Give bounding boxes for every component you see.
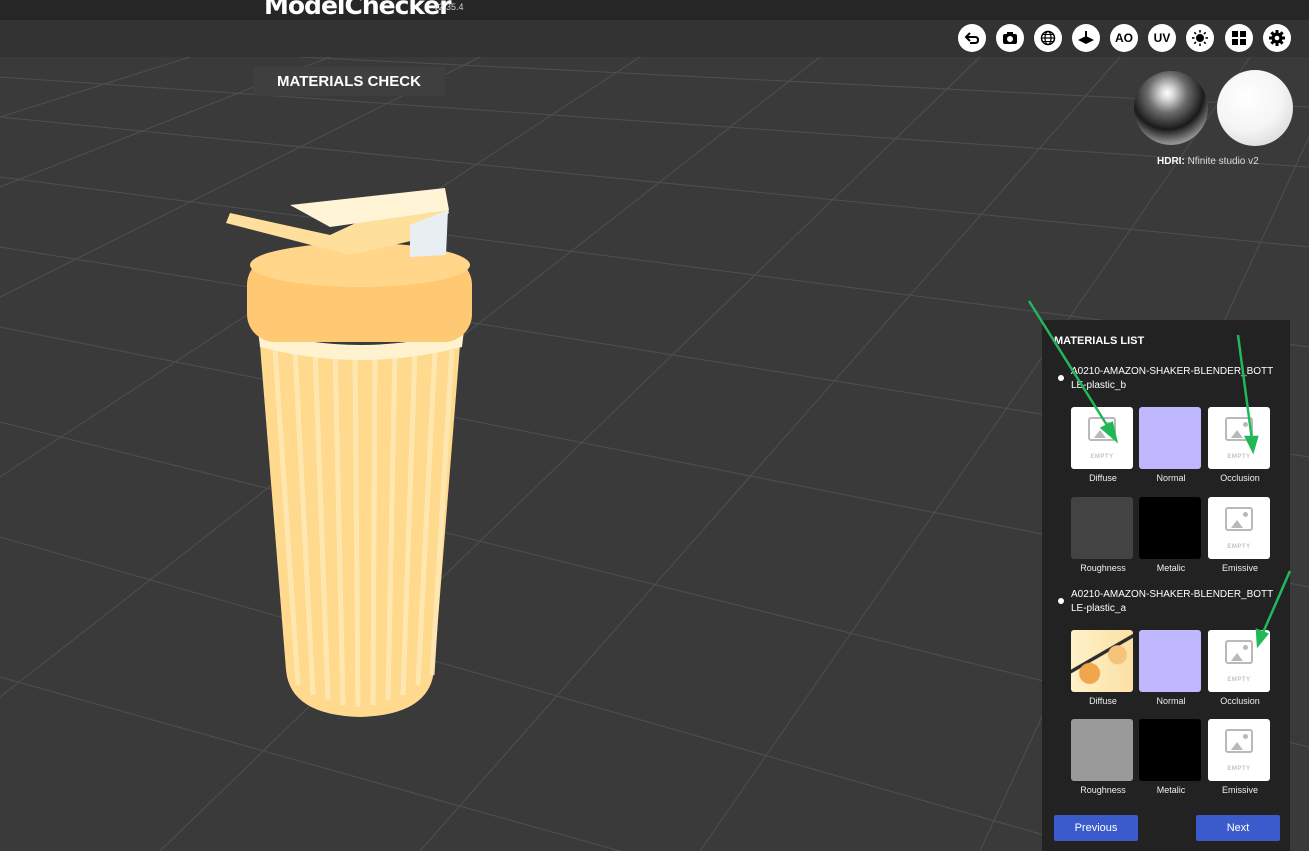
previous-button[interactable]: Previous	[1054, 815, 1138, 841]
diffuse-texture-thumbnail[interactable]	[1071, 630, 1133, 692]
app-header	[0, 0, 1309, 20]
map-tile-occlusion[interactable]: EMPTY Occlusion	[1208, 630, 1272, 706]
empty-label: EMPTY	[1227, 454, 1251, 460]
map-tile-emissive[interactable]: EMPTY Emissive	[1208, 497, 1272, 573]
map-tile-normal[interactable]: Normal	[1139, 407, 1203, 483]
empty-label: EMPTY	[1227, 766, 1251, 772]
environment-button[interactable]	[1034, 24, 1062, 52]
map-tile-roughness[interactable]: Roughness	[1071, 497, 1135, 573]
grid-icon	[1232, 31, 1246, 45]
map-label: Metalic	[1156, 785, 1186, 795]
material-bullet	[1058, 375, 1064, 381]
ground-button[interactable]	[1072, 24, 1100, 52]
material-name: A0210-AMAZON-SHAKER-BLENDER_BOTTLE-plast…	[1071, 589, 1274, 614]
map-tile-diffuse[interactable]: EMPTY Diffuse	[1071, 407, 1135, 483]
ao-button[interactable]: AO	[1110, 24, 1138, 52]
light-icon	[1192, 30, 1208, 46]
map-label: Diffuse	[1089, 696, 1117, 706]
map-tile-metalic[interactable]: Metalic	[1139, 719, 1203, 795]
map-label: Diffuse	[1089, 473, 1117, 483]
app-version: v2.35.4	[434, 2, 464, 12]
chrome-sphere-preview[interactable]	[1134, 71, 1208, 145]
empty-texture-thumbnail[interactable]: EMPTY	[1208, 719, 1270, 781]
map-tile-metalic[interactable]: Metalic	[1139, 497, 1203, 573]
return-icon	[964, 32, 980, 44]
empty-texture-thumbnail[interactable]: EMPTY	[1071, 407, 1133, 469]
empty-texture-thumbnail[interactable]: EMPTY	[1208, 497, 1270, 559]
layout-button[interactable]	[1225, 24, 1253, 52]
hdri-value: Nfinite studio v2	[1187, 156, 1259, 167]
empty-label: EMPTY	[1227, 544, 1251, 550]
next-button[interactable]: Next	[1196, 815, 1280, 841]
normal-texture-thumbnail[interactable]	[1139, 407, 1201, 469]
map-label: Emissive	[1221, 785, 1258, 795]
map-tile-diffuse[interactable]: Diffuse	[1071, 630, 1135, 706]
empty-label: EMPTY	[1227, 677, 1251, 683]
camera-icon	[1003, 32, 1017, 44]
undo-button[interactable]	[958, 24, 986, 52]
screenshot-button[interactable]	[996, 24, 1024, 52]
globe-icon	[1040, 30, 1056, 46]
empty-texture-thumbnail[interactable]: EMPTY	[1208, 630, 1270, 692]
uv-button[interactable]: UV	[1148, 24, 1176, 52]
image-placeholder-icon	[1225, 417, 1253, 441]
map-tile-normal[interactable]: Normal	[1139, 630, 1203, 706]
panel-title: MATERIALS LIST	[1054, 335, 1145, 347]
gear-icon	[1269, 30, 1285, 46]
metalic-texture-thumbnail[interactable]	[1139, 719, 1201, 781]
normal-texture-thumbnail[interactable]	[1139, 630, 1201, 692]
roughness-texture-thumbnail[interactable]	[1071, 719, 1133, 781]
settings-button[interactable]	[1263, 24, 1291, 52]
map-label: Normal	[1156, 696, 1186, 706]
map-tile-emissive[interactable]: EMPTY Emissive	[1208, 719, 1272, 795]
hdri-label: HDRI:	[1157, 156, 1185, 167]
image-placeholder-icon	[1225, 507, 1253, 531]
app-logo: ModelChecker	[264, 0, 452, 20]
hdri-info: HDRI: Nfinite studio v2	[1157, 156, 1259, 167]
map-label: Occlusion	[1220, 696, 1260, 706]
image-placeholder-icon	[1225, 729, 1253, 753]
image-placeholder-icon	[1088, 417, 1116, 441]
ground-plane-icon	[1078, 31, 1094, 44]
empty-label: EMPTY	[1090, 454, 1114, 460]
metalic-texture-thumbnail[interactable]	[1139, 497, 1201, 559]
map-label: Roughness	[1080, 785, 1126, 795]
map-label: Roughness	[1080, 563, 1126, 573]
materials-panel: MATERIALS LIST A0210-AMAZON-SHAKER-BLEND…	[1042, 320, 1290, 851]
page-title: MATERIALS CHECK	[253, 67, 445, 96]
matte-sphere-preview[interactable]	[1217, 70, 1293, 146]
material-name: A0210-AMAZON-SHAKER-BLENDER_BOTTLE-plast…	[1071, 366, 1274, 391]
material-bullet	[1058, 598, 1064, 604]
map-label: Occlusion	[1220, 473, 1260, 483]
lighting-button[interactable]	[1186, 24, 1214, 52]
map-label: Metalic	[1156, 563, 1186, 573]
map-tile-roughness[interactable]: Roughness	[1071, 719, 1135, 795]
map-label: Normal	[1156, 473, 1186, 483]
map-label: Emissive	[1221, 563, 1258, 573]
roughness-texture-thumbnail[interactable]	[1071, 497, 1133, 559]
map-tile-occlusion[interactable]: EMPTY Occlusion	[1208, 407, 1272, 483]
empty-texture-thumbnail[interactable]: EMPTY	[1208, 407, 1270, 469]
image-placeholder-icon	[1225, 640, 1253, 664]
